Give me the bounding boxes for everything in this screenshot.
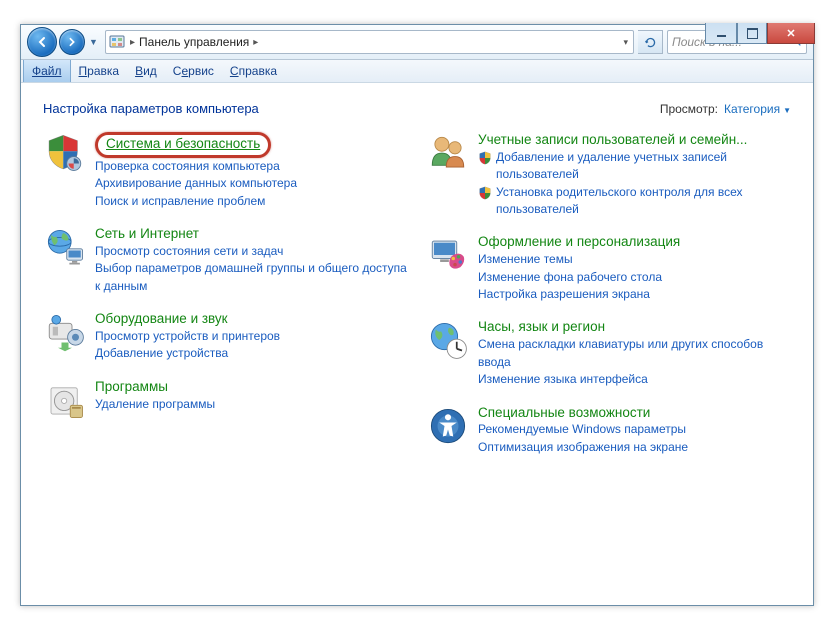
highlight-ring: Система и безопасность: [95, 132, 271, 158]
category-link-programs[interactable]: Программы: [95, 379, 168, 394]
address-dropdown-icon[interactable]: ▾: [623, 37, 628, 48]
category-link-ease-of-access[interactable]: Специальные возможности: [478, 405, 650, 420]
close-button[interactable]: ✕: [767, 23, 815, 44]
category-system-security: Система и безопасность Проверка состояния…: [43, 132, 408, 210]
programs-icon: [43, 379, 87, 423]
history-dropdown[interactable]: ▼: [89, 37, 99, 47]
task-link[interactable]: Выбор параметров домашней группы и общег…: [95, 260, 408, 295]
network-internet-icon: [43, 226, 87, 270]
appearance-icon: [426, 234, 470, 278]
forward-button[interactable]: [59, 29, 85, 55]
uac-shield-icon: [478, 186, 492, 200]
category-hardware-sound: Оборудование и звук Просмотр устройств и …: [43, 311, 408, 363]
view-by-dropdown[interactable]: Категория▼: [724, 102, 791, 116]
menu-bar: Файл Правка Вид Сервис Справка: [21, 60, 813, 83]
task-link[interactable]: Рекомендуемые Windows параметры: [478, 421, 686, 438]
category-link-clock-language[interactable]: Часы, язык и регион: [478, 319, 605, 334]
category-network-internet: Сеть и Интернет Просмотр состояния сети и…: [43, 226, 408, 295]
page-title: Настройка параметров компьютера: [43, 101, 259, 116]
breadcrumb-separator[interactable]: ▸: [253, 37, 258, 48]
task-link[interactable]: Проверка состояния компьютера: [95, 158, 280, 175]
category-clock-language: Часы, язык и регион Смена раскладки клави…: [426, 319, 791, 388]
task-link[interactable]: Изменение языка интерфейса: [478, 371, 648, 388]
category-link-user-accounts[interactable]: Учетные записи пользователей и семейн...: [478, 132, 747, 147]
task-link[interactable]: Оптимизация изображения на экране: [478, 439, 688, 456]
breadcrumb-separator: ▸: [130, 37, 135, 48]
menu-view[interactable]: Вид: [127, 60, 165, 82]
ease-of-access-icon: [426, 405, 470, 449]
menu-edit[interactable]: Правка: [71, 60, 128, 82]
navigation-bar: ▼ ▸ Панель управления ▸ ▾ Поиск в па...: [21, 25, 813, 60]
task-link[interactable]: Просмотр устройств и принтеров: [95, 328, 280, 345]
task-link[interactable]: Удаление программы: [95, 396, 215, 413]
maximize-button[interactable]: [737, 23, 767, 44]
task-link[interactable]: Смена раскладки клавиатуры или других сп…: [478, 336, 791, 371]
category-appearance: Оформление и персонализация Изменение тем…: [426, 234, 791, 303]
clock-language-icon: [426, 319, 470, 363]
window-controls: ✕: [705, 23, 815, 44]
task-link[interactable]: Архивирование данных компьютера: [95, 175, 297, 192]
address-bar[interactable]: ▸ Панель управления ▸ ▾: [105, 30, 634, 54]
task-link[interactable]: Настройка разрешения экрана: [478, 286, 650, 303]
menu-file[interactable]: Файл: [23, 60, 71, 82]
task-link[interactable]: Добавление и удаление учетных записей по…: [496, 149, 791, 184]
menu-help[interactable]: Справка: [222, 60, 285, 82]
category-link-network-internet[interactable]: Сеть и Интернет: [95, 226, 199, 241]
view-label: Просмотр:: [660, 102, 718, 116]
control-panel-icon: [108, 33, 126, 51]
task-link[interactable]: Изменение фона рабочего стола: [478, 269, 662, 286]
category-programs: Программы Удаление программы: [43, 379, 408, 423]
task-link[interactable]: Просмотр состояния сети и задач: [95, 243, 283, 260]
menu-tools[interactable]: Сервис: [165, 60, 222, 82]
back-button[interactable]: [27, 27, 57, 57]
task-link[interactable]: Установка родительского контроля для все…: [496, 184, 791, 219]
minimize-button[interactable]: [705, 23, 737, 44]
category-link-appearance[interactable]: Оформление и персонализация: [478, 234, 680, 249]
user-accounts-icon: [426, 132, 470, 176]
system-security-icon: [43, 132, 87, 176]
category-ease-of-access: Специальные возможностиРекомендуемые Win…: [426, 405, 791, 457]
category-link-system-security[interactable]: Система и безопасность: [106, 136, 260, 151]
task-link[interactable]: Изменение темы: [478, 251, 573, 268]
refresh-button[interactable]: [638, 30, 663, 54]
hardware-sound-icon: [43, 311, 87, 355]
task-link[interactable]: Добавление устройства: [95, 345, 228, 362]
category-user-accounts: Учетные записи пользователей и семейн...…: [426, 132, 791, 218]
task-link[interactable]: Поиск и исправление проблем: [95, 193, 265, 210]
content-area: Настройка параметров компьютера Просмотр…: [21, 83, 813, 605]
uac-shield-icon: [478, 151, 492, 165]
breadcrumb-root[interactable]: Панель управления: [139, 35, 249, 49]
category-link-hardware-sound[interactable]: Оборудование и звук: [95, 311, 228, 326]
